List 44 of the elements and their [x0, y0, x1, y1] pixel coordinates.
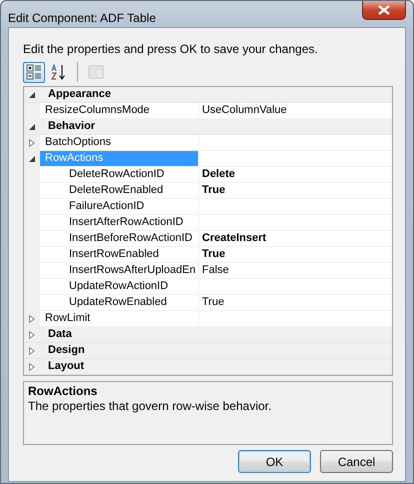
- property-name[interactable]: UpdateRowActionID: [40, 279, 199, 294]
- description-title: RowActions: [28, 384, 98, 399]
- property-name[interactable]: InsertBeforeRowActionID: [40, 231, 199, 246]
- expand-icon[interactable]: [28, 346, 36, 354]
- property-name[interactable]: FailureActionID: [40, 199, 199, 214]
- collapse-icon[interactable]: [28, 122, 36, 130]
- property-value[interactable]: True: [199, 183, 392, 198]
- property-name[interactable]: InsertRowEnabled: [40, 247, 199, 262]
- categorized-view-icon: [26, 64, 42, 80]
- expand-icon[interactable]: [28, 314, 36, 322]
- property-name[interactable]: DeleteRowActionID: [40, 167, 199, 182]
- expand-icon[interactable]: [28, 362, 36, 370]
- category-header[interactable]: Behavior: [40, 119, 96, 134]
- collapse-icon[interactable]: [28, 90, 36, 98]
- category-header[interactable]: Data: [40, 327, 72, 342]
- expand-icon[interactable]: [28, 138, 36, 146]
- dialog-button[interactable]: OK: [238, 450, 311, 473]
- property-name[interactable]: BatchOptions: [40, 135, 199, 150]
- window-title: Edit Component: ADF Table: [8, 10, 156, 27]
- close-icon: [378, 5, 390, 15]
- category-header[interactable]: Design: [40, 343, 85, 358]
- category-header[interactable]: Appearance: [40, 87, 111, 102]
- property-value[interactable]: UseColumnValue: [199, 103, 392, 118]
- categorized-view-button[interactable]: [23, 62, 45, 82]
- close-button[interactable]: [362, 1, 406, 20]
- property-value[interactable]: CreateInsert: [199, 231, 392, 246]
- property-name[interactable]: DeleteRowEnabled: [40, 183, 199, 198]
- category-header[interactable]: Layout: [40, 359, 84, 374]
- property-value[interactable]: True: [199, 247, 392, 262]
- property-value[interactable]: False: [199, 263, 392, 278]
- property-pages-icon: [88, 64, 104, 80]
- dialog-button[interactable]: Cancel: [320, 450, 393, 473]
- property-name[interactable]: RowLimit: [40, 311, 199, 326]
- property-name[interactable]: ResizeColumnsMode: [40, 103, 199, 118]
- property-name[interactable]: UpdateRowEnabled: [40, 295, 199, 310]
- description-text: The properties that govern row-wise behavior.: [28, 399, 272, 414]
- sort-alphabetical-icon: [51, 64, 67, 80]
- property-name[interactable]: InsertRowsAfterUploadEn: [40, 263, 199, 278]
- property-value[interactable]: True: [199, 295, 392, 310]
- expand-icon[interactable]: [28, 330, 36, 338]
- property-name[interactable]: InsertAfterRowActionID: [40, 215, 199, 230]
- collapse-icon[interactable]: [28, 154, 36, 162]
- property-value[interactable]: Delete: [199, 167, 392, 182]
- instruction-text: Edit the properties and press OK to save your changes.: [23, 41, 319, 58]
